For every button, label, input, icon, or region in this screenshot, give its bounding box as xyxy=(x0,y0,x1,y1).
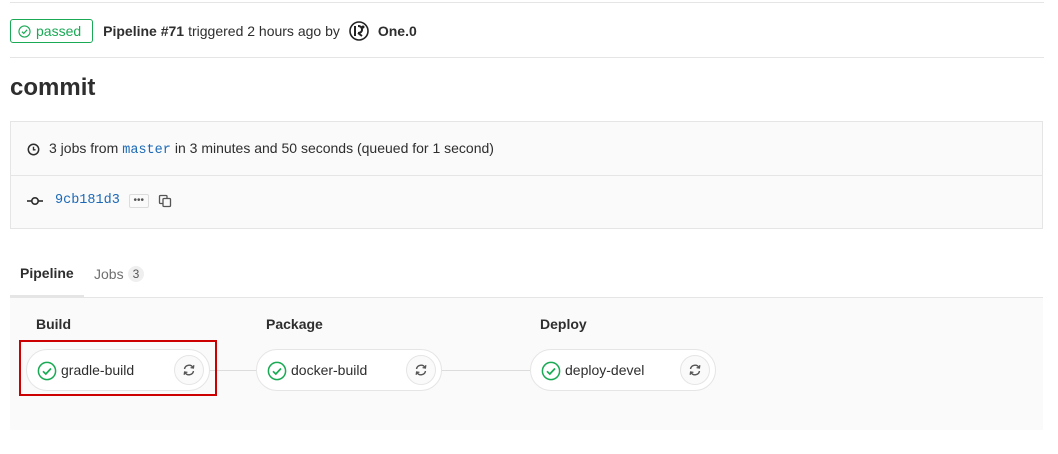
status-badge[interactable]: passed xyxy=(10,19,94,43)
job-deploy-devel[interactable]: deploy-devel xyxy=(530,349,716,391)
clock-icon xyxy=(27,143,40,155)
copy-icon xyxy=(158,194,171,207)
pipeline-triggered-text: triggered 2 hours ago by xyxy=(188,23,340,39)
user-name-link[interactable]: One.0 xyxy=(378,23,417,39)
stage-title-build: Build xyxy=(36,316,71,332)
pipeline-id: Pipeline #71 xyxy=(103,23,185,39)
pipeline-info-box: 3 jobs from master in 3 minutes and 50 s… xyxy=(10,121,1043,229)
user-avatar-icon xyxy=(349,21,369,41)
info-divider xyxy=(11,175,1042,176)
stage-title-package: Package xyxy=(266,316,323,332)
commit-icon xyxy=(27,196,43,205)
tab-jobs-label: Jobs xyxy=(94,266,124,282)
tab-pipeline[interactable]: Pipeline xyxy=(10,251,84,297)
branch-link[interactable]: master xyxy=(122,143,171,158)
retry-icon xyxy=(689,364,701,376)
success-status-icon xyxy=(267,361,287,381)
pipeline-tabs: Pipeline Jobs 3 xyxy=(10,251,1043,298)
header-divider xyxy=(10,57,1044,58)
highlight-annotation-box xyxy=(19,340,217,396)
retry-button[interactable] xyxy=(406,355,436,385)
toggle-commit-description-button[interactable]: ••• xyxy=(128,193,149,208)
stage-connector xyxy=(441,370,530,371)
status-badge-label: passed xyxy=(36,23,82,39)
success-status-icon xyxy=(541,361,561,381)
page-title: commit xyxy=(10,74,96,101)
retry-button[interactable] xyxy=(680,355,710,385)
avatar[interactable] xyxy=(349,21,369,41)
job-docker-build[interactable]: docker-build xyxy=(256,349,442,391)
top-divider xyxy=(10,2,1044,3)
retry-icon xyxy=(415,364,427,376)
commit-sha-link[interactable]: 9cb181d3 xyxy=(55,193,120,208)
stage-title-deploy: Deploy xyxy=(540,316,587,332)
tab-pipeline-label: Pipeline xyxy=(20,265,74,281)
jobs-summary-text: 3 jobs from xyxy=(49,140,119,156)
check-circle-icon xyxy=(18,24,31,38)
job-name: docker-build xyxy=(291,362,368,378)
pipeline-header: passed Pipeline #71 triggered 2 hours ag… xyxy=(10,18,417,44)
job-name: deploy-devel xyxy=(565,362,645,378)
tab-jobs[interactable]: Jobs 3 xyxy=(94,251,150,297)
pipeline-duration-row: 3 jobs from master in 3 minutes and 50 s… xyxy=(27,140,494,158)
commit-sha-row: 9cb181d3 ••• xyxy=(27,193,172,208)
copy-sha-button[interactable] xyxy=(158,194,172,208)
jobs-count-badge: 3 xyxy=(127,266,145,282)
duration-text: in 3 minutes and 50 seconds (queued for … xyxy=(174,140,494,156)
